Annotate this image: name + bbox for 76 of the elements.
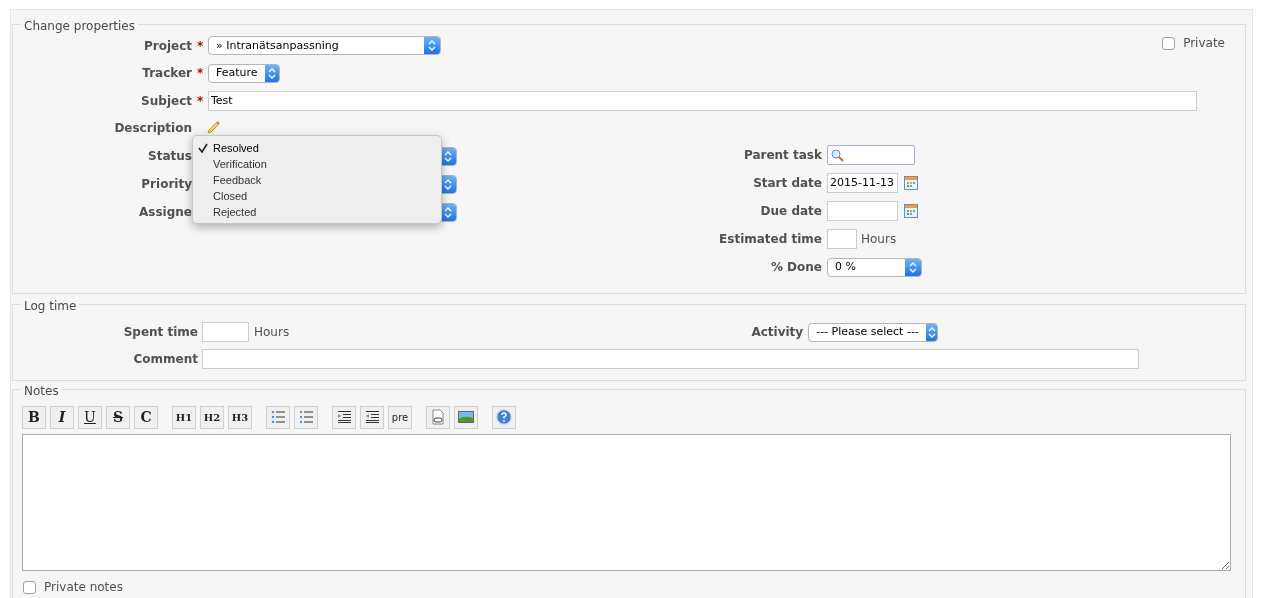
indent-button[interactable]: [332, 405, 356, 429]
outdent-button[interactable]: [360, 405, 384, 429]
text-field[interactable]: Test: [208, 90, 1197, 111]
link-icon: [431, 409, 445, 425]
private-notes-checkbox[interactable]: [23, 580, 36, 594]
chevron-icon: [444, 178, 452, 190]
format-button[interactable]: U: [78, 405, 102, 429]
menu-option[interactable]: Closed: [213, 187, 248, 205]
format-button[interactable]: H3: [228, 405, 252, 429]
private-label: Private: [1183, 35, 1225, 52]
required-asterisk: *: [197, 37, 203, 55]
private-notes-label: Private notes: [44, 579, 123, 596]
format-button[interactable]: H2: [200, 405, 224, 429]
unit-label: Hours: [861, 231, 897, 248]
field-label: Estimated time: [719, 231, 822, 248]
link-button[interactable]: [426, 405, 450, 429]
field-label: Tracker: [142, 65, 192, 83]
help-icon: [496, 409, 512, 425]
pencil-icon[interactable]: [206, 121, 220, 136]
hours-field[interactable]: [827, 229, 857, 249]
private-checkbox[interactable]: [1162, 36, 1176, 50]
search-field[interactable]: [827, 145, 915, 165]
format-button[interactable]: B: [22, 405, 46, 429]
menu-option[interactable]: Feedback: [213, 171, 262, 189]
date-field[interactable]: 2015-11-13: [827, 173, 898, 193]
field-label: Subject: [141, 92, 192, 110]
format-button[interactable]: C: [134, 405, 158, 429]
field-label: Comment: [133, 350, 198, 368]
chevron-icon: [267, 67, 276, 79]
field-label: % Done: [770, 259, 822, 276]
format-button[interactable]: H1: [172, 405, 196, 429]
numbered-list-icon: [299, 411, 313, 423]
chevron-icon: [909, 261, 917, 273]
chevron-icon: [444, 206, 452, 218]
field-label: Parent task: [743, 147, 822, 164]
dropdown-select[interactable]: » Intranätsanpassning: [208, 36, 441, 56]
field-label: Start date: [753, 175, 822, 192]
unit-label: Hours: [254, 324, 290, 341]
required-asterisk: *: [197, 92, 203, 110]
field-label: Assigne: [139, 204, 192, 221]
field-label: Project: [143, 37, 192, 55]
chevron-icon: [428, 40, 436, 52]
menu-option[interactable]: Resolved: [213, 139, 259, 157]
format-button[interactable]: I: [50, 405, 74, 429]
field-label: Priority: [141, 176, 192, 193]
menu-option[interactable]: Rejected: [213, 203, 257, 221]
help-button[interactable]: [492, 405, 516, 429]
calendar-icon[interactable]: [904, 204, 918, 218]
chevron-icon: [444, 150, 452, 162]
field-label: Due date: [760, 203, 822, 220]
format-button[interactable]: pre: [388, 405, 412, 429]
menu-option[interactable]: Verification: [213, 155, 267, 173]
date-field[interactable]: [827, 201, 898, 221]
search-icon: [831, 148, 844, 162]
chevron-icon: [927, 326, 936, 338]
required-asterisk: *: [197, 65, 203, 83]
outdent-icon: [365, 411, 379, 423]
field-label: Description: [114, 120, 192, 138]
dropdown-select[interactable]: --- Please select ---: [808, 322, 939, 342]
calendar-icon[interactable]: [904, 176, 918, 190]
hours-field[interactable]: [202, 322, 249, 342]
bullets-button[interactable]: [266, 405, 290, 429]
bulleted-list-icon: [271, 411, 285, 423]
format-button[interactable]: S: [106, 405, 130, 429]
field-label: Activity: [751, 324, 804, 341]
field-label: Spent time: [123, 324, 198, 341]
indent-icon: [337, 411, 351, 423]
image-icon: [458, 411, 474, 423]
dropdown-select[interactable]: Feature: [208, 63, 280, 83]
comment-field[interactable]: [202, 348, 1139, 369]
section-legend: Log time: [21, 297, 80, 315]
image-button[interactable]: [454, 405, 478, 429]
dropdown-select[interactable]: 0 %: [827, 257, 922, 277]
field-label: Status: [148, 148, 192, 165]
numbers-button[interactable]: [294, 405, 318, 429]
section-legend: Change properties: [21, 17, 138, 35]
